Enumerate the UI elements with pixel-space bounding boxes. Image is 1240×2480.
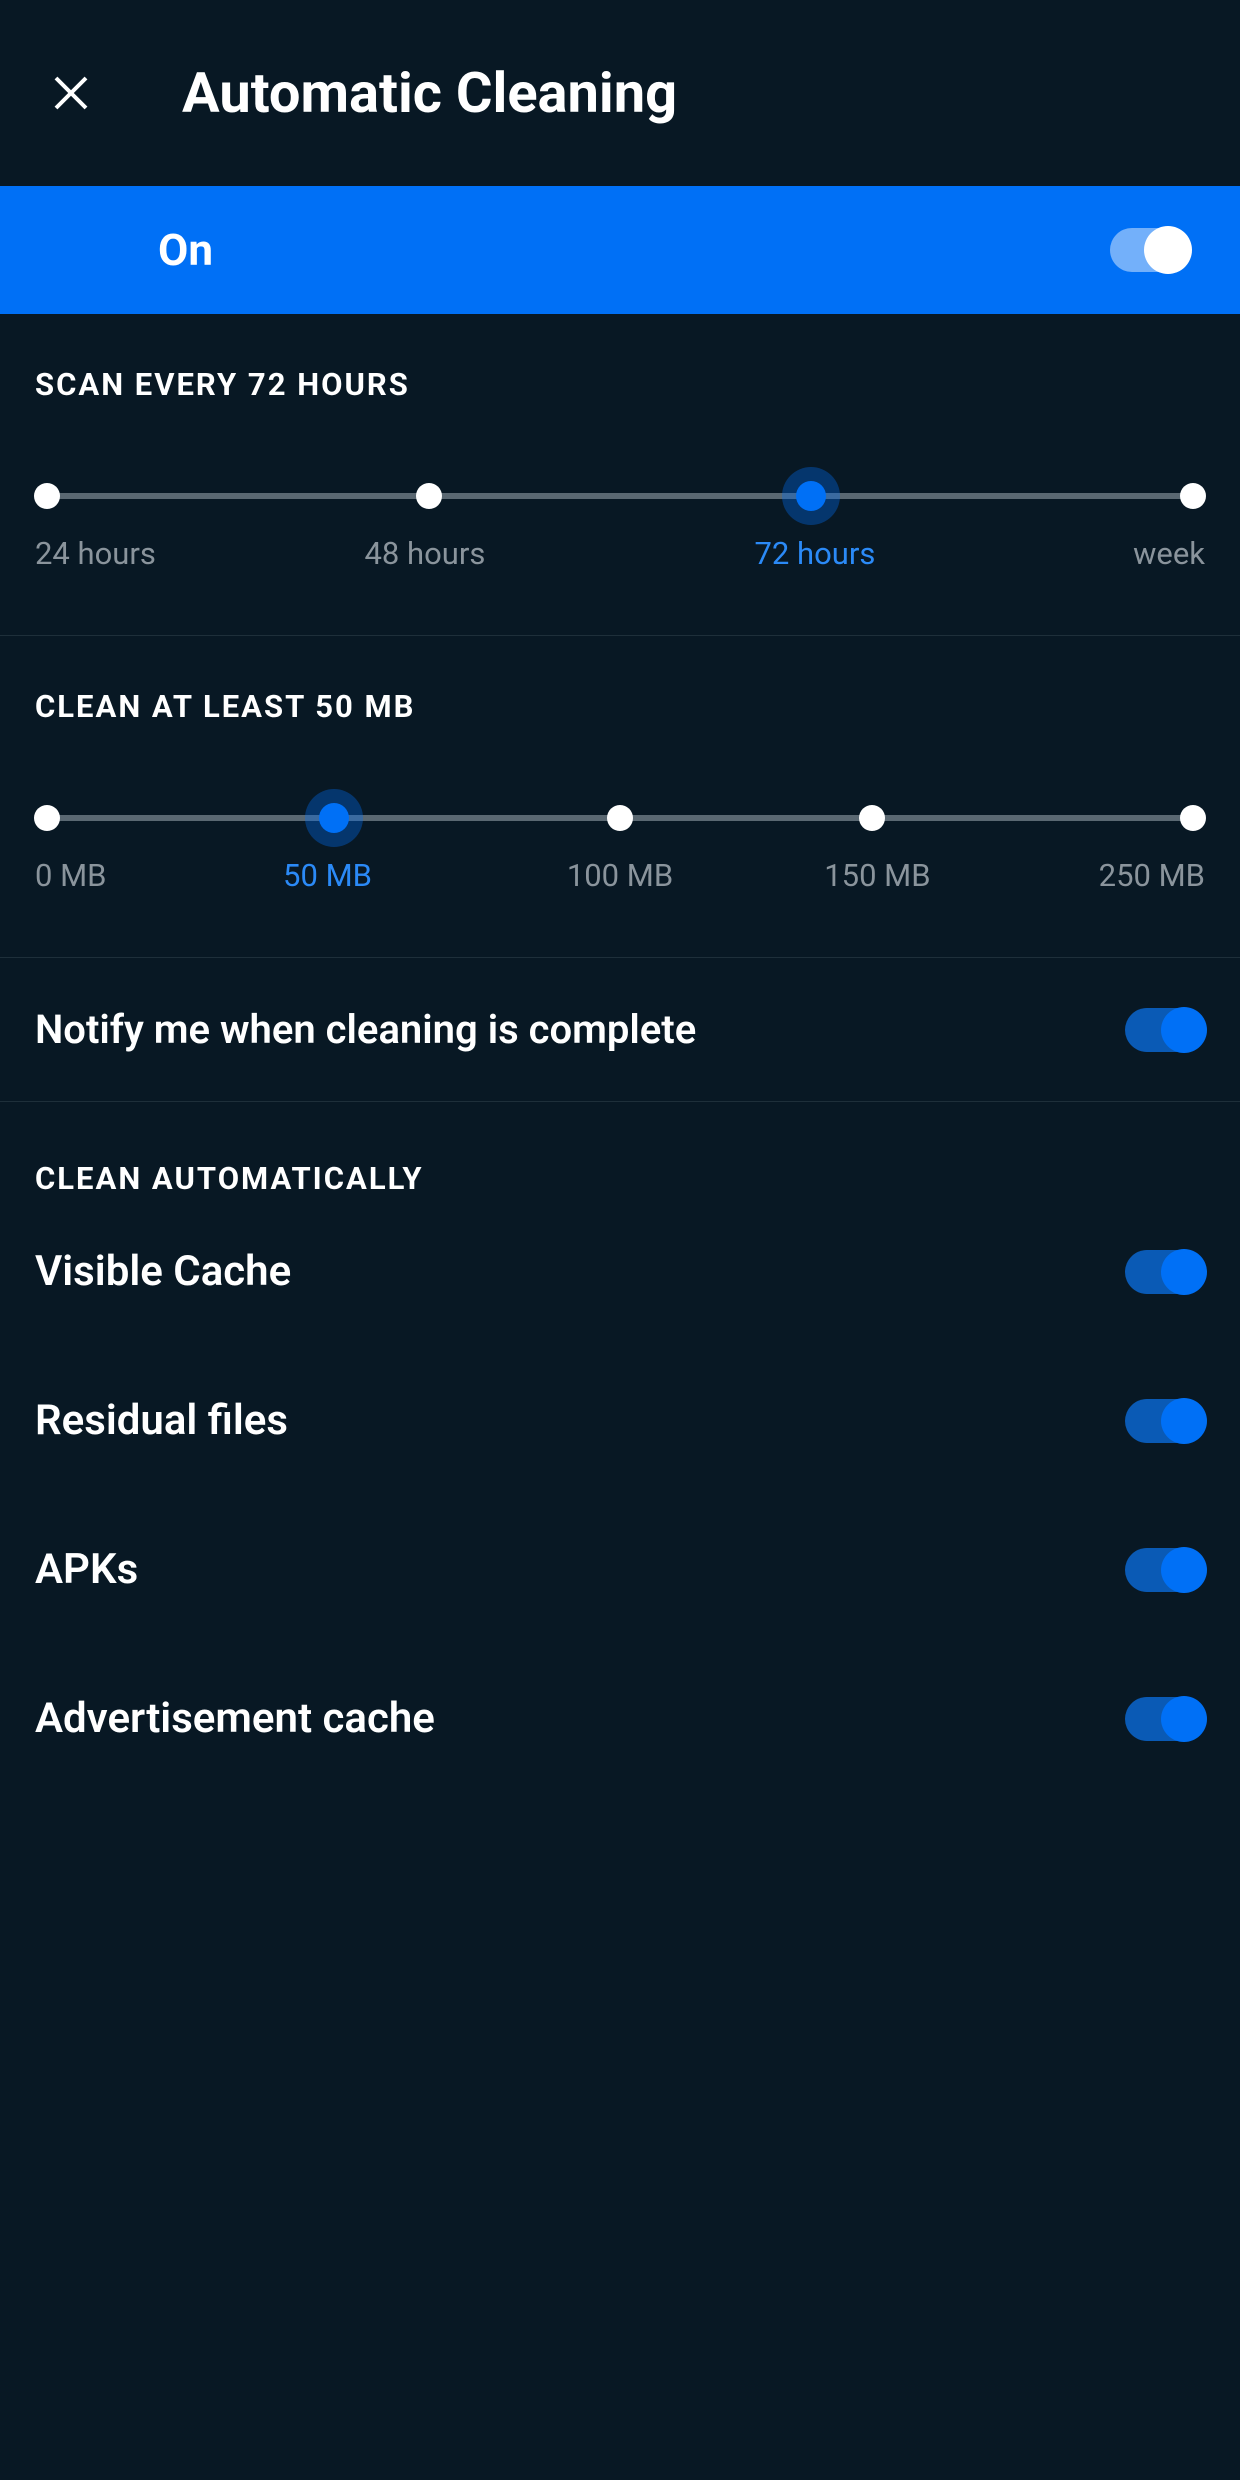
on-label: On (158, 224, 213, 276)
clean-slider-dot-3[interactable] (859, 805, 885, 831)
visible-cache-toggle[interactable] (1125, 1250, 1205, 1294)
clean-size-section: CLEAN AT LEAST 50 MB 0 MB 50 MB 100 MB 1… (0, 636, 1240, 958)
clean-item-label: Advertisement cache (35, 1694, 435, 1743)
scan-slider-dot-0[interactable] (34, 483, 60, 509)
scan-slider-dot-1[interactable] (416, 483, 442, 509)
main-toggle[interactable] (1110, 228, 1190, 272)
scan-section-header: SCAN EVERY 72 HOURS (35, 366, 1205, 403)
clean-auto-header: CLEAN AUTOMATICALLY (0, 1102, 1240, 1197)
page-title: Automatic Cleaning (182, 60, 677, 126)
notify-label: Notify me when cleaning is complete (35, 1006, 696, 1053)
scan-slider-dot-2[interactable] (796, 481, 826, 511)
residual-files-toggle[interactable] (1125, 1399, 1205, 1443)
clean-item-label: APKs (35, 1545, 138, 1594)
clean-label-2: 100 MB (567, 857, 673, 894)
clean-slider-dot-1[interactable] (319, 803, 349, 833)
clean-label-3: 150 MB (824, 857, 930, 894)
notify-toggle[interactable] (1125, 1008, 1205, 1052)
scan-label-0: 24 hours (35, 535, 156, 572)
clean-item-residual-files: Residual files (0, 1346, 1240, 1495)
close-icon[interactable] (50, 72, 92, 114)
clean-slider-dot-0[interactable] (34, 805, 60, 831)
scan-label-2: 72 hours (754, 535, 875, 572)
notify-row: Notify me when cleaning is complete (0, 958, 1240, 1102)
on-banner: On (0, 186, 1240, 314)
clean-size-header: CLEAN AT LEAST 50 MB (35, 688, 1205, 725)
clean-slider-dot-2[interactable] (607, 805, 633, 831)
clean-slider-dot-4[interactable] (1180, 805, 1206, 831)
ad-cache-toggle[interactable] (1125, 1697, 1205, 1741)
clean-label-4: 250 MB (1099, 857, 1205, 894)
clean-label-0: 0 MB (35, 857, 107, 894)
clean-item-visible-cache: Visible Cache (0, 1197, 1240, 1346)
clean-label-1: 50 MB (283, 857, 372, 894)
clean-item-label: Visible Cache (35, 1247, 291, 1296)
scan-slider-dot-3[interactable] (1180, 483, 1206, 509)
scan-label-3: week (1133, 535, 1205, 572)
clean-item-label: Residual files (35, 1396, 288, 1445)
apks-toggle[interactable] (1125, 1548, 1205, 1592)
clean-size-slider[interactable]: 0 MB 50 MB 100 MB 150 MB 250 MB (35, 815, 1205, 917)
clean-item-apks: APKs (0, 1495, 1240, 1644)
scan-label-1: 48 hours (365, 535, 486, 572)
header: Automatic Cleaning (0, 0, 1240, 186)
scan-slider[interactable]: 24 hours 48 hours 72 hours week (35, 493, 1205, 595)
clean-item-ad-cache: Advertisement cache (0, 1644, 1240, 1793)
scan-section: SCAN EVERY 72 HOURS 24 hours 48 hours 72… (0, 314, 1240, 636)
